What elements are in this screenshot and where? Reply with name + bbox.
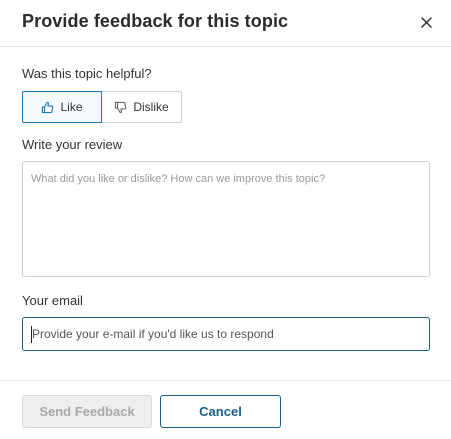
like-label: Like	[60, 100, 83, 114]
email-placeholder: Provide your e-mail if you'd like us to …	[32, 327, 274, 341]
like-button[interactable]: Like	[22, 91, 102, 123]
dislike-button[interactable]: Dislike	[101, 91, 182, 123]
close-button[interactable]	[416, 12, 436, 32]
thumbs-up-icon	[42, 101, 54, 113]
helpful-question: Was this topic helpful?	[22, 66, 152, 81]
feedback-dialog: Provide feedback for this topic Was this…	[0, 0, 451, 439]
email-field[interactable]: Provide your e-mail if you'd like us to …	[22, 317, 430, 351]
thumbs-down-icon	[115, 101, 127, 113]
email-label: Your email	[22, 293, 83, 308]
review-placeholder: What did you like or dislike? How can we…	[31, 173, 326, 185]
dialog-header: Provide feedback for this topic	[0, 0, 451, 47]
close-icon	[420, 16, 432, 28]
dislike-label: Dislike	[133, 100, 169, 114]
footer-divider	[0, 380, 451, 381]
cancel-button[interactable]: Cancel	[160, 395, 281, 428]
review-label: Write your review	[22, 137, 123, 152]
review-textarea[interactable]: What did you like or dislike? How can we…	[22, 161, 430, 277]
dialog-title: Provide feedback for this topic	[22, 11, 289, 31]
send-feedback-button[interactable]: Send Feedback	[22, 395, 152, 428]
